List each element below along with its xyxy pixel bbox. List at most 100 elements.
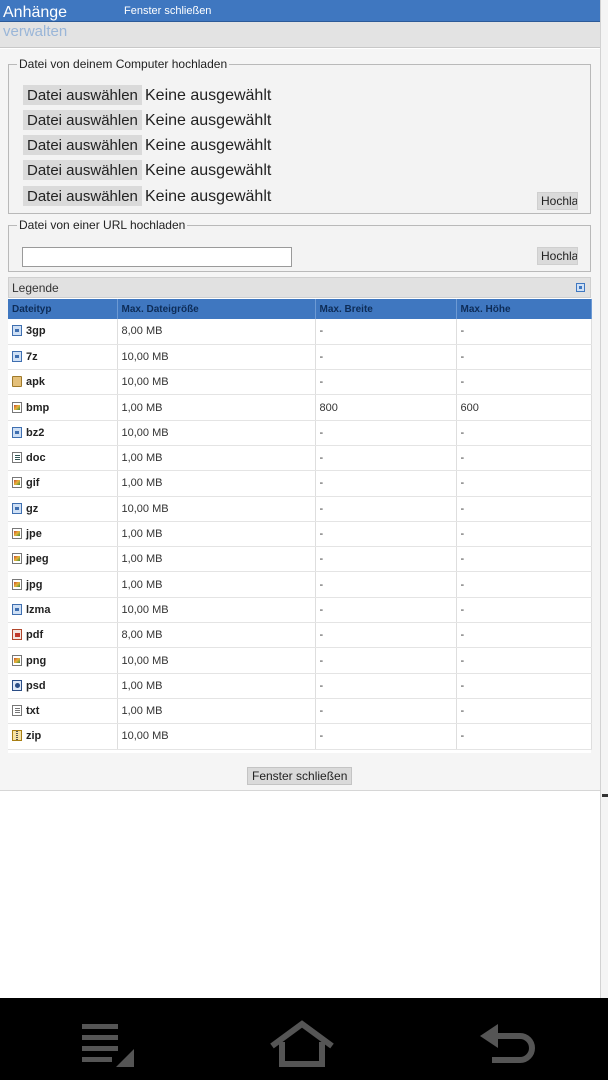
file-type-label: apk <box>26 376 45 389</box>
table-row: psd 1,00 MB - - <box>8 673 592 699</box>
url-input[interactable] <box>22 247 292 267</box>
system-navigation-bar <box>0 1000 608 1080</box>
max-width-cell: - <box>315 420 457 446</box>
collapse-icon[interactable] <box>576 283 585 292</box>
table-row: pdf 8,00 MB - - <box>8 622 592 649</box>
image-icon <box>12 578 22 590</box>
max-width-cell: - <box>315 445 457 472</box>
file-type-label: jpg <box>26 578 43 591</box>
max-size-cell: 10,00 MB <box>117 369 316 396</box>
table-row: bz2 10,00 MB - - <box>8 420 592 446</box>
close-window-link[interactable]: Fenster schließen <box>124 5 211 17</box>
max-width-cell: - <box>315 344 457 371</box>
page-subtitle: verwalten <box>3 23 68 40</box>
max-width-cell: - <box>315 622 457 649</box>
upload-from-computer-fieldset: Datei von deinem Computer hochladen Date… <box>8 57 591 214</box>
image-icon <box>12 553 22 565</box>
table-row: gif 1,00 MB - - <box>8 470 592 497</box>
max-height-cell: - <box>456 622 592 649</box>
max-size-cell: 8,00 MB <box>117 319 316 345</box>
file-status: Keine ausgewählt <box>145 87 272 104</box>
file-type-label: txt <box>26 705 40 718</box>
file-type-label: jpeg <box>26 553 49 566</box>
max-width-cell: - <box>315 521 457 548</box>
archive-icon <box>12 325 22 337</box>
max-width-cell: - <box>315 319 457 345</box>
file-type-cell: doc <box>8 445 118 472</box>
scrollbar[interactable] <box>600 0 608 998</box>
page-title: Anhänge <box>3 4 68 21</box>
file-type-label: gif <box>26 477 40 490</box>
max-height-cell: - <box>456 470 592 497</box>
max-size-cell: 1,00 MB <box>117 470 316 497</box>
file-status: Keine ausgewählt <box>145 162 272 179</box>
back-icon[interactable] <box>472 1020 542 1070</box>
max-width-cell: - <box>315 369 457 396</box>
file-type-cell: png <box>8 647 118 674</box>
choose-file-button[interactable]: Datei auswählen <box>23 186 142 206</box>
legend-title: Legende <box>12 281 59 295</box>
max-width-cell: - <box>315 673 457 699</box>
upload-from-url-fieldset: Datei von einer URL hochladen Hochladen <box>8 218 591 272</box>
attachments-panel: Datei von deinem Computer hochladen Date… <box>0 49 600 791</box>
close-window-button[interactable]: Fenster schließen <box>247 767 353 785</box>
file-type-cell: gif <box>8 470 118 497</box>
max-width-cell: - <box>315 470 457 497</box>
image-icon <box>12 654 22 666</box>
max-height-cell: - <box>456 445 592 472</box>
file-type-label: jpe <box>26 528 42 541</box>
file-type-cell: 3gp <box>8 319 118 345</box>
max-height-cell: - <box>456 597 592 624</box>
pdf-icon <box>12 629 22 641</box>
column-header-max-width: Max. Breite <box>315 299 457 319</box>
file-type-cell: bmp <box>8 394 118 421</box>
table-row: zip 10,00 MB - - <box>8 723 592 750</box>
max-height-cell: - <box>456 344 592 371</box>
file-type-label: gz <box>26 502 39 515</box>
max-size-cell: 1,00 MB <box>117 394 316 421</box>
max-size-cell: 10,00 MB <box>117 344 316 371</box>
file-status: Keine ausgewählt <box>145 188 272 205</box>
max-width-cell: - <box>315 723 457 750</box>
column-header-file-type: Dateityp <box>8 299 118 319</box>
max-width-cell: - <box>315 496 457 522</box>
browser-viewport: Anhänge verwalten Fenster schließen Date… <box>0 0 608 998</box>
image-icon <box>12 401 22 413</box>
upload-files-button[interactable]: Hochladen <box>537 192 578 210</box>
file-type-cell: gz <box>8 496 118 522</box>
choose-file-button[interactable]: Datei auswählen <box>23 160 142 180</box>
archive-icon <box>12 502 22 514</box>
file-type-label: 3gp <box>26 325 46 338</box>
column-header-max-size: Max. Dateigröße <box>117 299 316 319</box>
max-size-cell: 10,00 MB <box>117 597 316 624</box>
window-header: Anhänge verwalten Fenster schließen <box>0 0 600 48</box>
text-file-icon <box>12 705 22 717</box>
max-size-cell: 10,00 MB <box>117 420 316 446</box>
file-type-label: lzma <box>26 603 51 616</box>
table-row: txt 1,00 MB - - <box>8 698 592 725</box>
max-width-cell: - <box>315 698 457 725</box>
choose-file-button[interactable]: Datei auswählen <box>23 135 142 155</box>
file-type-cell: txt <box>8 698 118 725</box>
file-type-label: bz2 <box>26 426 45 439</box>
menu-icon[interactable] <box>76 1020 146 1070</box>
file-type-label: bmp <box>26 401 50 414</box>
max-size-cell: 1,00 MB <box>117 673 316 699</box>
choose-file-button[interactable]: Datei auswählen <box>23 110 142 130</box>
max-width-cell: - <box>315 647 457 674</box>
file-type-cell: pdf <box>8 622 118 649</box>
max-height-cell: - <box>456 673 592 699</box>
max-height-cell: - <box>456 546 592 573</box>
lock-icon <box>12 376 22 388</box>
choose-file-button[interactable]: Datei auswählen <box>23 85 142 105</box>
file-status: Keine ausgewählt <box>145 137 272 154</box>
max-height-cell: - <box>456 723 592 750</box>
max-height-cell: - <box>456 420 592 446</box>
home-icon[interactable] <box>268 1020 338 1070</box>
upload-from-url-legend: Datei von einer URL hochladen <box>19 218 186 232</box>
upload-url-button[interactable]: Hochladen <box>537 247 578 265</box>
table-row: doc 1,00 MB - - <box>8 445 592 472</box>
table-row: jpg 1,00 MB - - <box>8 571 592 598</box>
column-header-max-height: Max. Höhe <box>456 299 592 319</box>
table-row: apk 10,00 MB - - <box>8 369 592 396</box>
